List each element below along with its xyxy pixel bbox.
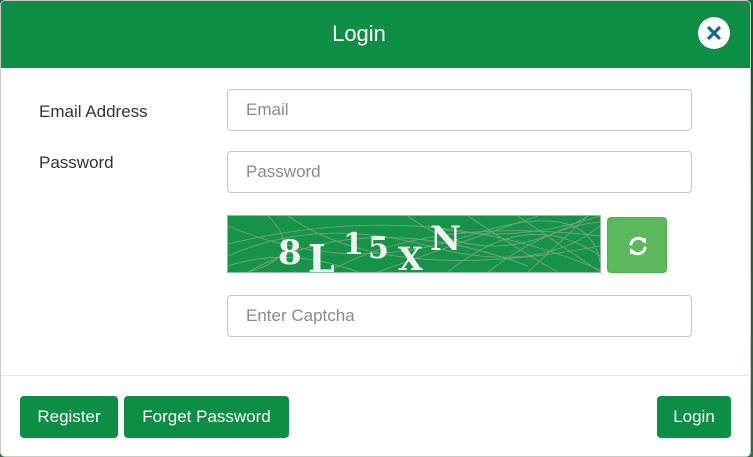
forget-password-button[interactable]: Forget Password [124,396,289,438]
refresh-captcha-button[interactable] [607,217,667,273]
captcha-image: 8 L 1 5 X N [227,215,601,281]
captcha-char: N [430,219,461,259]
email-input[interactable] [227,89,692,131]
login-button[interactable]: Login [657,396,731,438]
modal-header: Login [1,1,750,68]
email-label: Email Address [39,102,148,121]
captcha-char: 8 [278,233,302,272]
captcha-char: 1 [343,227,364,262]
close-icon [707,26,721,40]
password-input[interactable] [227,151,692,193]
close-button[interactable] [698,17,730,49]
captcha-char: L [308,236,335,272]
captcha-input[interactable] [227,295,692,337]
captcha-char: X [398,240,423,272]
modal-title: Login [332,21,386,46]
refresh-icon [629,236,647,256]
register-button[interactable]: Register [20,396,118,438]
footer-divider [1,375,750,376]
captcha-char: 5 [368,231,389,266]
password-label: Password [39,153,114,172]
login-modal: Login Email Address Password [0,0,751,457]
